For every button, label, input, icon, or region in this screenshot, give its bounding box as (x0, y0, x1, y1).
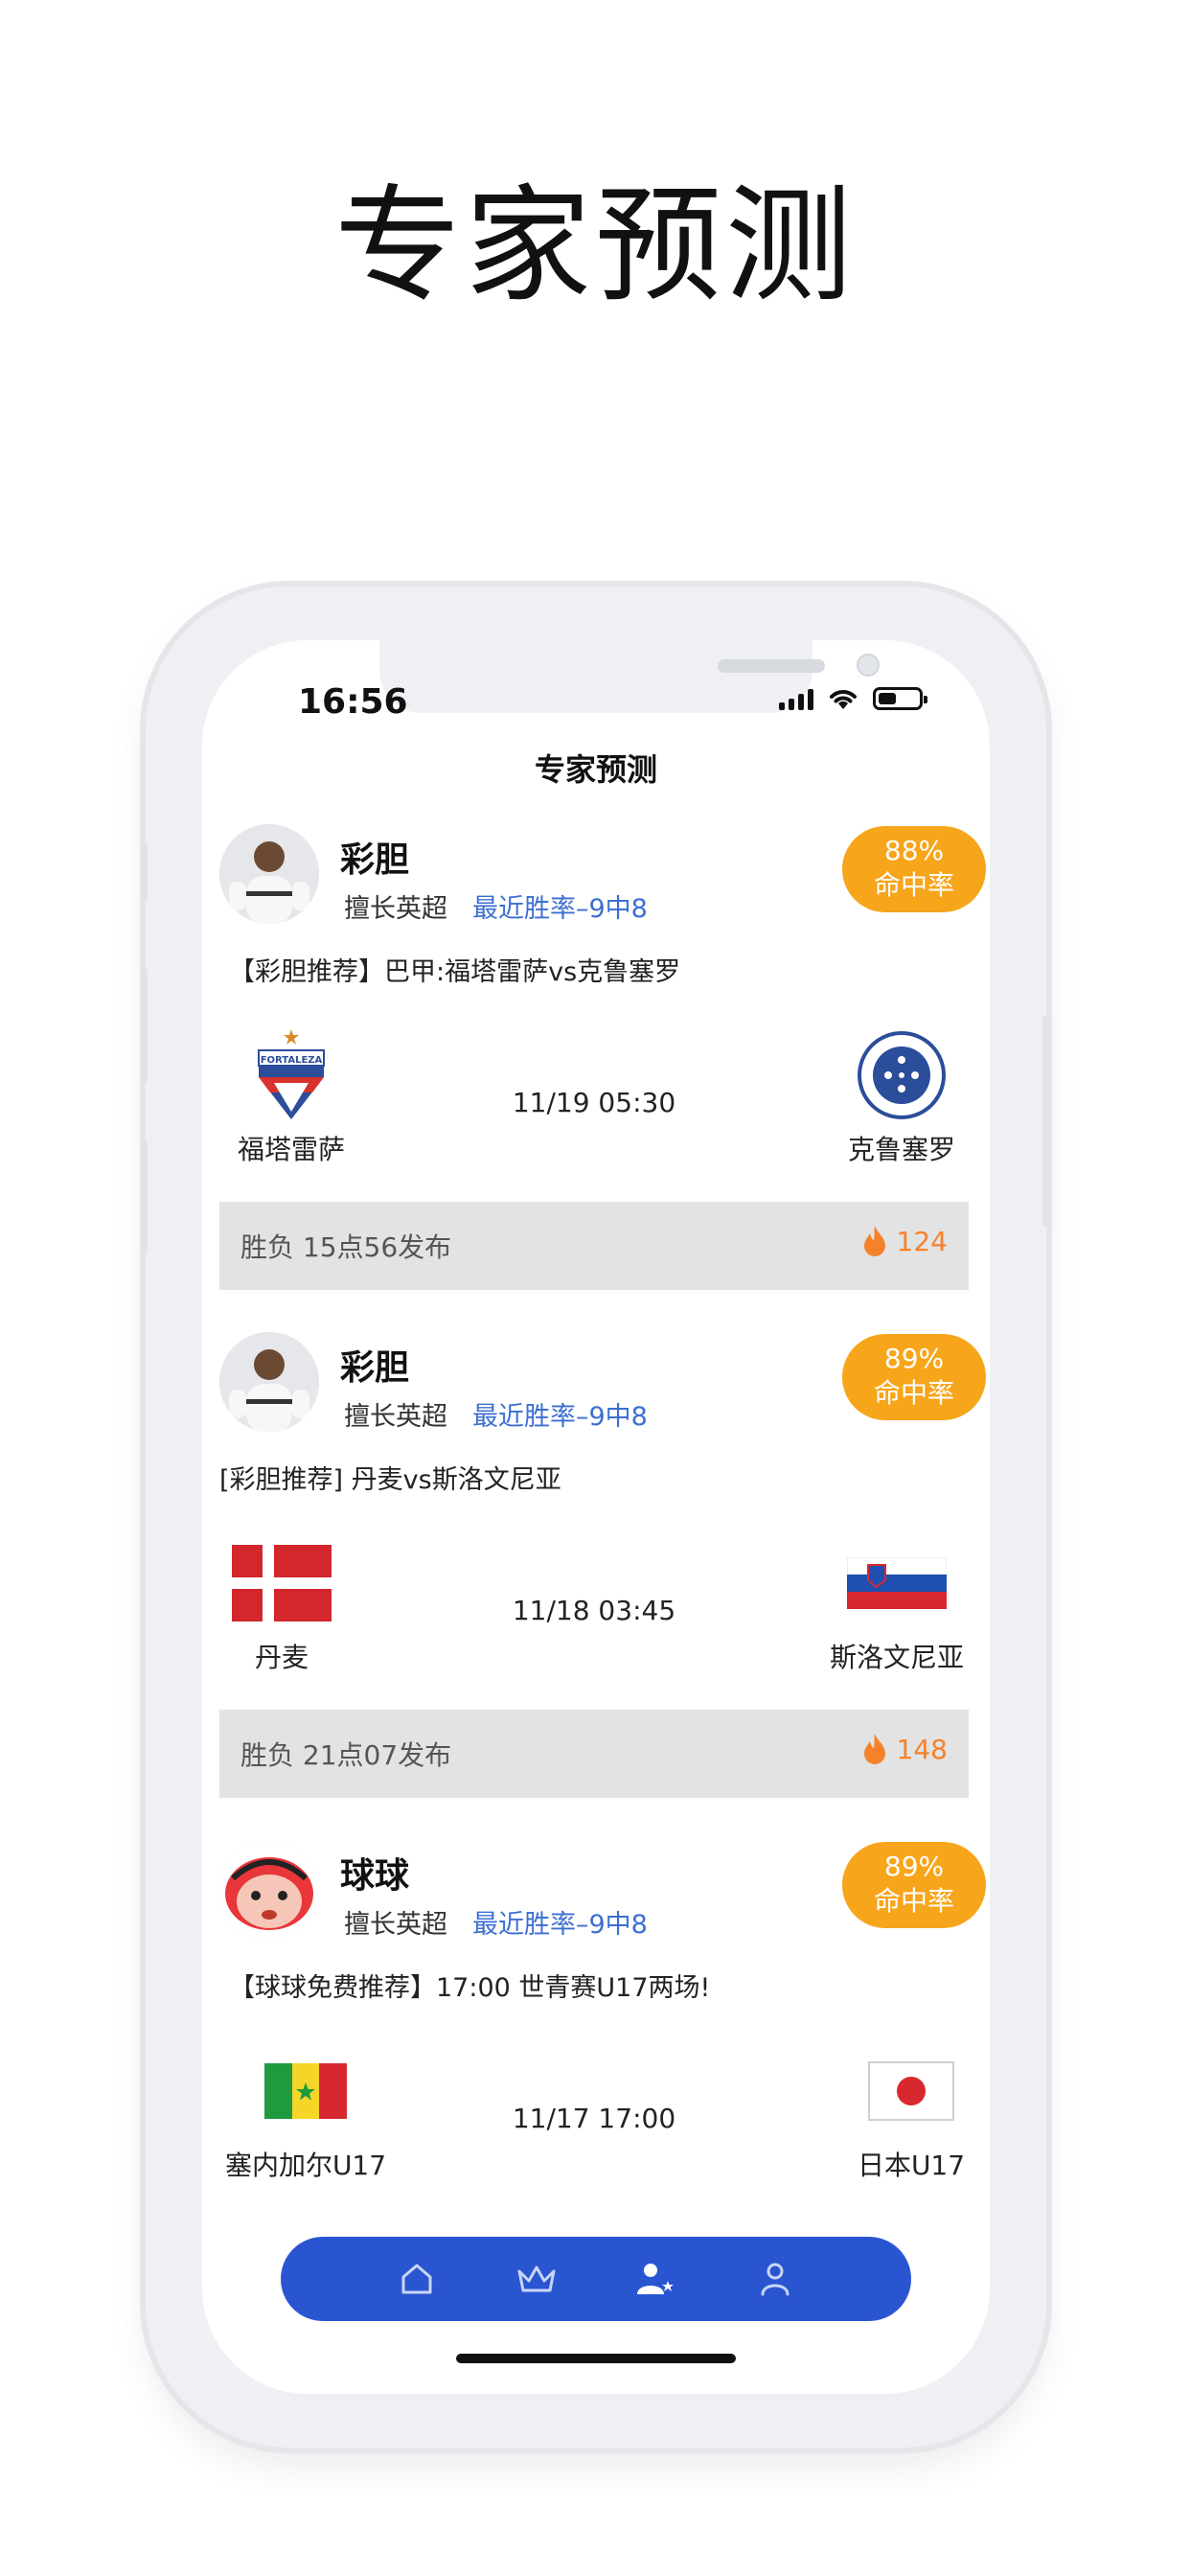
home-icon (401, 2264, 432, 2294)
pick-info: 胜负 21点07发布 (240, 1739, 452, 1771)
pick-bar[interactable]: 胜负 21点07发布 148 (219, 1710, 969, 1798)
expert-row[interactable]: 彩胆 擅长英超 最近胜率–9中8 89% 命中率 (219, 1322, 986, 1438)
home-team-name: 塞内加尔U17 (224, 2150, 387, 2181)
expert-name: 彩胆 (340, 1348, 410, 1388)
match-title: [彩胆推荐] 丹麦vs斯洛文尼亚 (219, 1465, 561, 1495)
home-team-name: 福塔雷萨 (237, 1134, 345, 1165)
match-title: 【彩胆推荐】巴甲:福塔雷萨vs克鲁塞罗 (229, 957, 681, 987)
hit-rate-label: 命中率 (873, 1377, 954, 1409)
expert-recent-rate: 最近胜率–9中8 (472, 1910, 648, 1940)
hit-rate-percent: 89% (883, 1851, 945, 1882)
away-team: 斯洛文尼亚 (825, 1535, 969, 1675)
flame-icon (863, 1226, 885, 1256)
wifi-icon (830, 690, 857, 709)
status-icons (779, 686, 927, 711)
japan-flag-icon (854, 2043, 969, 2139)
tab-profile[interactable] (752, 2256, 798, 2302)
away-team-name: 斯洛文尼亚 (829, 1642, 964, 1673)
away-team-name: 日本U17 (857, 2150, 966, 2181)
heat-count: 124 (896, 1225, 948, 1257)
flame-icon (863, 1734, 885, 1764)
hit-rate-badge: 89% 命中率 (842, 1334, 986, 1420)
prediction-card[interactable]: 彩胆 擅长英超 最近胜率–9中8 89% 命中率 [彩胆推荐] 丹麦vs斯洛文尼… (219, 1322, 986, 1830)
prediction-card[interactable]: 彩胆 擅长英超 最近胜率–9中8 88% 命中率 【彩胆推荐】巴甲:福塔雷萨vs… (219, 815, 986, 1322)
hit-rate-label: 命中率 (873, 869, 954, 901)
home-indicator (456, 2354, 736, 2363)
profile-icon (761, 2263, 790, 2296)
phone-side-button (1042, 1016, 1050, 1227)
heat-count: 148 (896, 1733, 948, 1765)
svg-text:FORTALEZA: FORTALEZA (261, 1055, 323, 1066)
battery-icon (873, 687, 927, 710)
status-time: 16:56 (298, 682, 408, 722)
phone-side-button (140, 843, 148, 901)
tab-experts[interactable] (632, 2256, 678, 2302)
cruzeiro-crest-icon (835, 1027, 969, 1123)
pick-bar[interactable]: 胜负 15点56发布 124 (219, 1202, 969, 1290)
slovenia-flag-icon (825, 1535, 969, 1631)
phone-side-button (140, 968, 148, 1083)
prediction-feed[interactable]: 彩胆 擅长英超 最近胜率–9中8 88% 命中率 【彩胆推荐】巴甲:福塔雷萨vs… (219, 815, 986, 2338)
phone-screen: 16:56 专家预测 彩胆 擅长英超 最近胜率–9中8 88% 命中率 【彩胆推… (202, 640, 990, 2394)
away-team: 克鲁塞罗 (835, 1027, 969, 1167)
match-title: 【球球免费推荐】17:00 世青赛U17两场! (229, 1973, 711, 2003)
signal-icon (779, 687, 813, 710)
expert-specialty: 擅长英超 (344, 1402, 447, 1432)
away-team-name: 克鲁塞罗 (847, 1134, 955, 1165)
away-team: 日本U17 (854, 2043, 969, 2183)
expert-row[interactable]: 彩胆 擅长英超 最近胜率–9中8 88% 命中率 (219, 815, 986, 930)
expert-name: 彩胆 (340, 840, 410, 880)
front-camera (857, 654, 880, 677)
expert-recent-rate: 最近胜率–9中8 (472, 1402, 648, 1432)
expert-name: 球球 (340, 1856, 410, 1896)
hit-rate-label: 命中率 (873, 1885, 954, 1917)
expert-row[interactable]: 球球 擅长英超 最近胜率–9中8 89% 命中率 (219, 1830, 986, 1945)
experts-icon (637, 2264, 675, 2294)
page-title: 专家预测 (534, 751, 657, 788)
expert-avatar[interactable] (219, 1332, 319, 1432)
phone-side-button (140, 1140, 148, 1255)
match-box[interactable]: [彩胆推荐] 丹麦vs斯洛文尼亚 丹麦 11/18 03:45 斯洛文尼亚 (219, 1459, 969, 1698)
tab-home[interactable] (394, 2256, 440, 2302)
hit-rate-percent: 89% (883, 1343, 945, 1374)
hit-rate-percent: 88% (883, 835, 945, 866)
pick-heat: 148 (862, 1733, 948, 1765)
home-team-name: 丹麦 (254, 1642, 309, 1673)
tab-bar (281, 2237, 911, 2321)
expert-recent-rate: 最近胜率–9中8 (472, 894, 648, 924)
match-box[interactable]: 【彩胆推荐】巴甲:福塔雷萨vs克鲁塞罗 FORTALEZA 福塔雷萨 11/19… (219, 951, 969, 1190)
hero-title: 专家预测 (334, 172, 856, 320)
match-box[interactable]: 【球球免费推荐】17:00 世青赛U17两场! 塞内加尔U17 11/17 17… (219, 1966, 969, 2206)
pick-info: 胜负 15点56发布 (240, 1231, 452, 1263)
pick-heat: 124 (862, 1225, 948, 1257)
notch (379, 640, 880, 713)
speaker (718, 659, 825, 673)
tab-vip[interactable] (514, 2256, 560, 2302)
hit-rate-badge: 89% 命中率 (842, 1842, 986, 1928)
expert-avatar[interactable] (219, 1840, 319, 1940)
expert-avatar[interactable] (219, 824, 319, 924)
hit-rate-badge: 88% 命中率 (842, 826, 986, 912)
expert-specialty: 擅长英超 (344, 1910, 447, 1940)
crown-icon (517, 2266, 556, 2292)
expert-specialty: 擅长英超 (344, 894, 447, 924)
